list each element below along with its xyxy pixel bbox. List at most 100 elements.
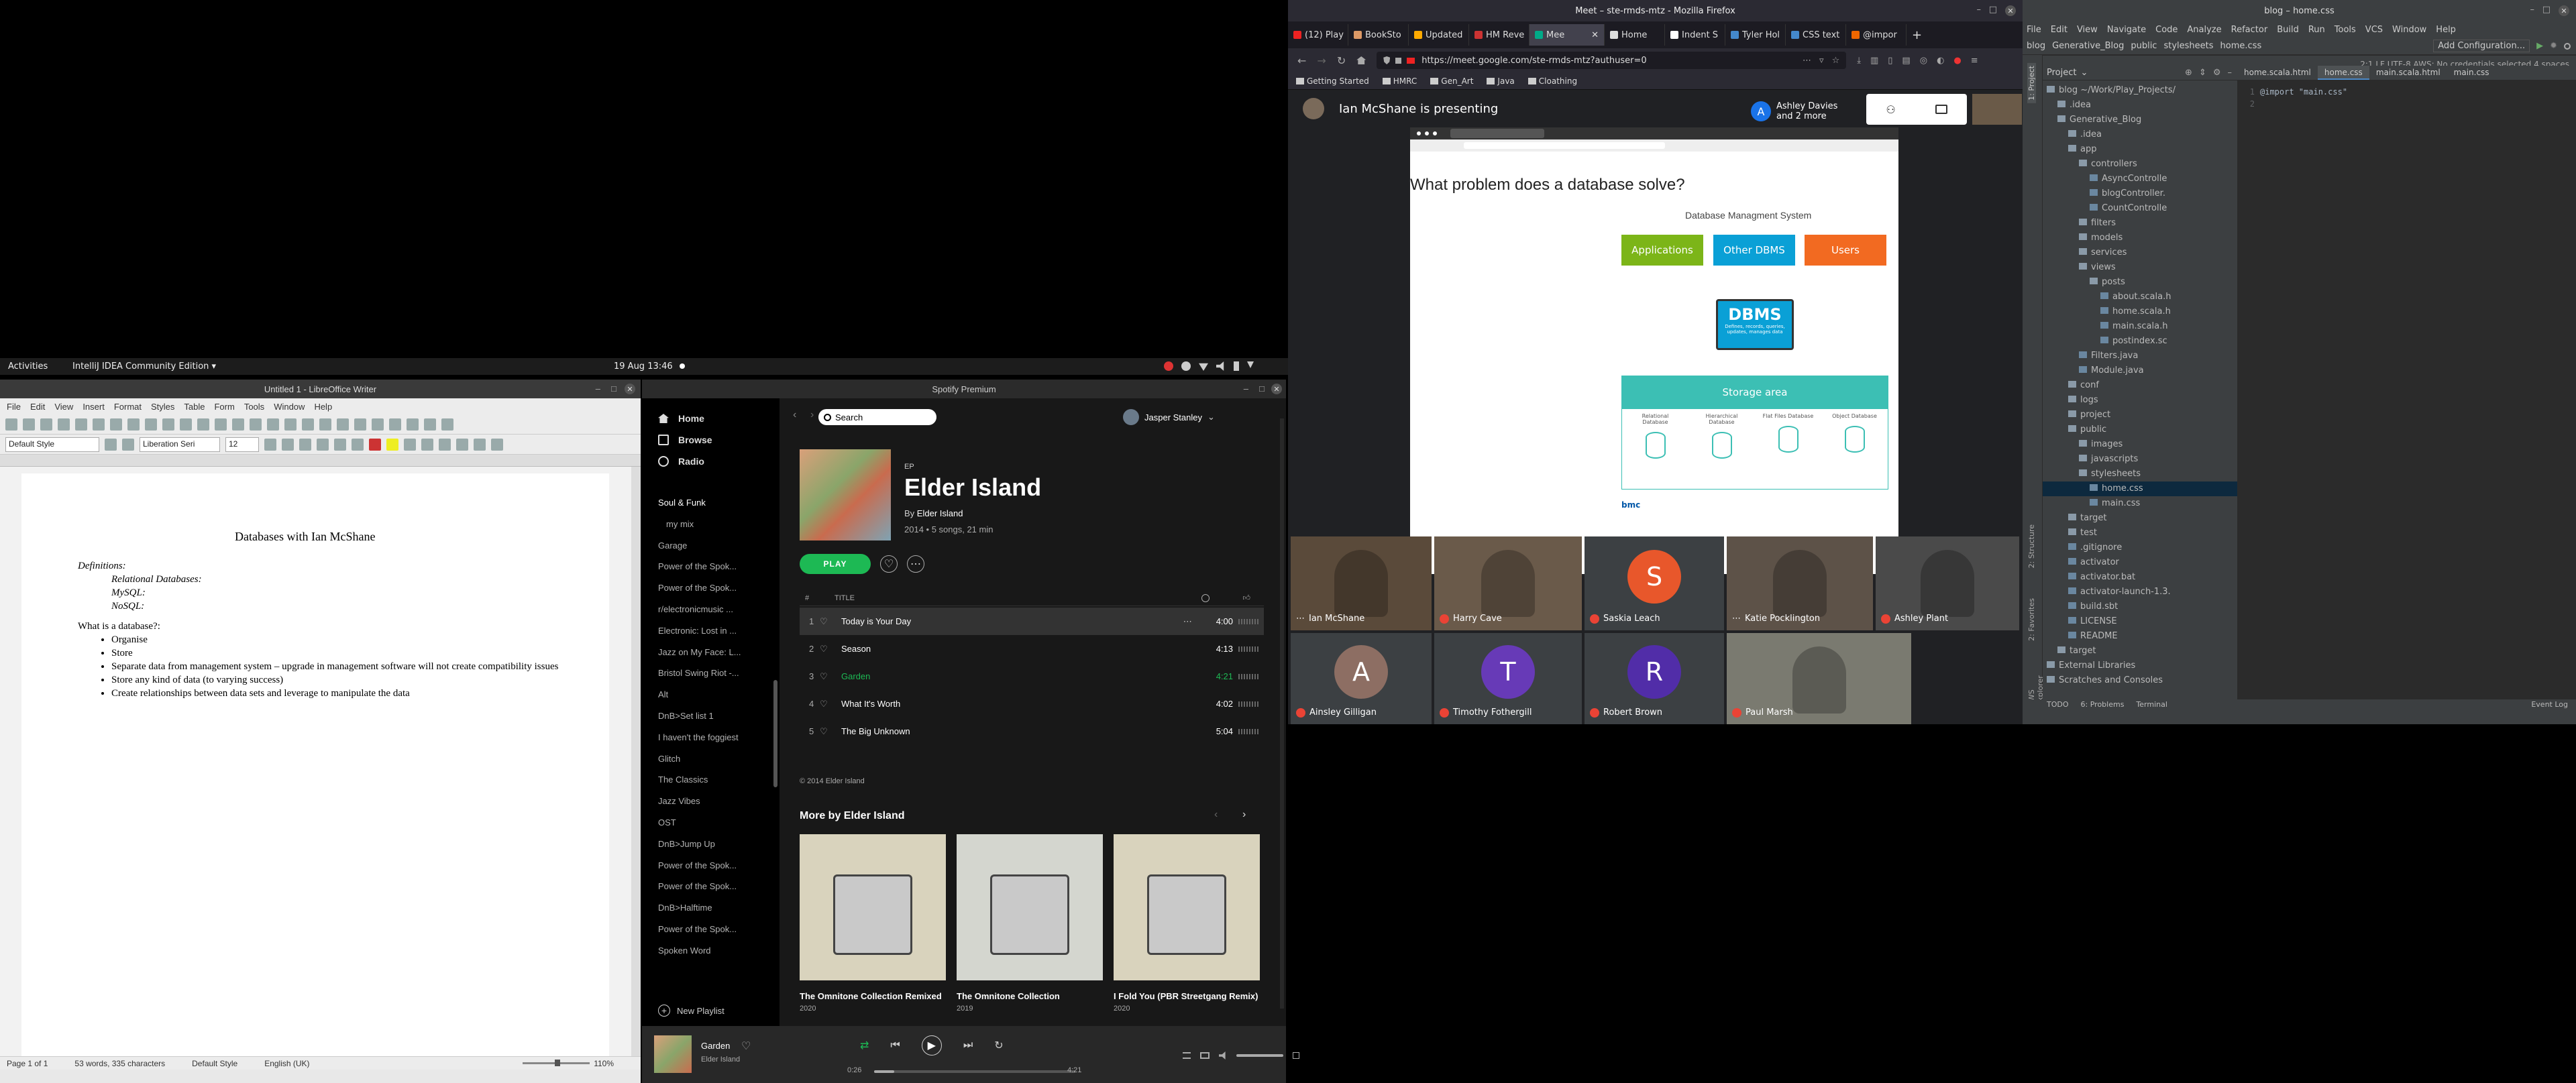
tree-file[interactable]: activator-launch-1.3. (2043, 585, 2237, 600)
participant-tile[interactable]: T Timothy Fothergill (1434, 633, 1582, 724)
browser-tab[interactable]: HM Reve (1469, 24, 1529, 46)
collapse-icon[interactable]: ⇕ (2199, 68, 2206, 78)
minimize-button[interactable]: – (2530, 5, 2535, 15)
editor-tab[interactable]: main.scala.html (2369, 66, 2447, 80)
devices-icon[interactable] (1200, 1052, 1210, 1059)
back-arrow-icon[interactable]: ‹ (793, 409, 796, 421)
participant-tile[interactable]: A Ainsley Gilligan (1291, 633, 1432, 724)
participant-tile[interactable]: Paul Marsh (1727, 633, 1911, 724)
playlist-item[interactable]: Jazz Vibes (642, 791, 780, 812)
document-page[interactable]: Databases with Ian McShane Definitions: … (21, 473, 609, 1056)
carousel-next-icon[interactable]: › (1242, 809, 1246, 821)
close-button[interactable]: ✕ (625, 384, 635, 394)
new-playlist-button[interactable]: + New Playlist (658, 1005, 724, 1017)
playlist-item[interactable]: Power of the Spok... (642, 577, 780, 599)
numbered-list-icon[interactable] (491, 438, 503, 451)
menu-analyze[interactable]: Analyze (2187, 25, 2221, 35)
maximize-button[interactable]: □ (611, 384, 616, 394)
activities-button[interactable]: Activities (8, 361, 48, 372)
participant-tile[interactable]: S Saskia Leach (1585, 536, 1724, 630)
track-heart-icon[interactable]: ♡ (820, 671, 841, 682)
menu-styles[interactable]: Styles (151, 402, 174, 412)
downloads-icon[interactable]: ⤓ (1857, 56, 1861, 66)
track-row[interactable]: 5 ♡ The Big Unknown 5:04 (800, 718, 1264, 745)
menu-refactor[interactable]: Refactor (2231, 25, 2268, 35)
tree-file[interactable]: blogController. (2043, 186, 2237, 201)
tree-file[interactable]: main.scala.h (2043, 319, 2237, 334)
tree-folder[interactable]: Scratches and Consoles (2043, 673, 2237, 688)
comment-icon[interactable] (407, 418, 419, 431)
search-box[interactable]: Search (818, 409, 936, 425)
align-right-icon[interactable] (439, 438, 451, 451)
playlist-item[interactable]: DnB>Set list 1 (642, 705, 780, 727)
editor-tab[interactable]: main.css (2447, 66, 2496, 80)
run-config-select[interactable]: Add Configuration... (2433, 40, 2530, 52)
copy-icon[interactable] (127, 418, 140, 431)
firefox-titlebar[interactable]: Meet – ste-rmds-mtz - Mozilla Firefox – … (1288, 0, 2023, 21)
browser-tab[interactable]: Home (1605, 24, 1665, 46)
playlist-item[interactable]: The Classics (642, 769, 780, 791)
tree-folder[interactable]: project (2043, 408, 2237, 422)
update-style-icon[interactable] (105, 438, 117, 451)
tab-close-icon[interactable]: ✕ (1591, 30, 1599, 40)
strikethrough-icon[interactable] (317, 438, 329, 451)
cut-icon[interactable] (110, 418, 122, 431)
help-icon[interactable] (1181, 361, 1191, 371)
font-color-icon[interactable] (369, 438, 381, 451)
playlist-item[interactable]: OST (642, 812, 780, 834)
bottom-tab[interactable]: TODO (2047, 700, 2069, 709)
bookmark-item[interactable]: HMRC (1382, 76, 1417, 86)
underline-icon[interactable] (299, 438, 311, 451)
align-center-icon[interactable] (421, 438, 433, 451)
extension-icon[interactable]: ● (1953, 56, 1961, 66)
tree-folder[interactable]: images (2043, 437, 2237, 452)
browser-tab[interactable]: CSS text (1786, 24, 1846, 46)
menu-tools[interactable]: Tools (244, 402, 264, 412)
print-preview-icon[interactable] (93, 418, 105, 431)
home-icon[interactable] (1356, 56, 1366, 64)
track-heart-icon[interactable]: ♡ (820, 644, 841, 654)
tree-file[interactable]: CountControlle (2043, 201, 2237, 216)
chevron-down-icon[interactable]: ⌄ (2080, 68, 2088, 78)
reload-icon[interactable]: ↻ (1337, 54, 1346, 67)
tree-folder[interactable]: conf (2043, 378, 2237, 393)
bottom-tab[interactable]: Terminal (2136, 700, 2167, 709)
network-icon[interactable] (1199, 363, 1208, 371)
editor-tab[interactable]: home.css (2317, 66, 2369, 80)
main-scrollbar[interactable] (1280, 418, 1284, 1009)
self-view[interactable] (1972, 94, 2022, 125)
maximize-button[interactable]: □ (2542, 5, 2551, 15)
more-options-icon[interactable]: ⋯ (907, 555, 924, 573)
menu-file[interactable]: File (2027, 25, 2041, 35)
minimize-button[interactable]: – (596, 384, 600, 394)
tree-file[interactable]: about.scala.h (2043, 290, 2237, 304)
bookmark-item[interactable]: Getting Started (1296, 76, 1369, 86)
browser-tab[interactable]: Tyler Hol (1725, 24, 1786, 46)
track-row[interactable]: 1 ♡ Today is Your Day ⋯ 4:00 (800, 608, 1264, 635)
tree-file[interactable]: home.css (2043, 481, 2237, 496)
playlist-item[interactable]: Soul & Funk (642, 492, 780, 514)
breadcrumb-item[interactable]: blog (2027, 41, 2045, 51)
tree-file[interactable]: .gitignore (2043, 540, 2237, 555)
tree-file[interactable]: Filters.java (2043, 349, 2237, 363)
hide-icon[interactable]: – (2228, 68, 2233, 78)
participant-tile[interactable]: Ashley Plant (1876, 536, 2019, 630)
playlist-item[interactable]: Power of the Spok... (642, 556, 780, 577)
search-everywhere-icon[interactable] (2564, 42, 2571, 50)
menu-help[interactable]: Help (314, 402, 332, 412)
fullscreen-icon[interactable] (1293, 1052, 1299, 1059)
track-heart-icon[interactable]: ♡ (820, 726, 841, 737)
tree-file[interactable]: home.scala.h (2043, 304, 2237, 319)
writer-titlebar[interactable]: Untitled 1 - LibreOffice Writer – □ ✕ (0, 380, 641, 398)
playlist-item[interactable]: Spoken Word (642, 940, 780, 962)
align-left-icon[interactable] (404, 438, 416, 451)
bookmark-star-icon[interactable]: ☆ (1832, 56, 1840, 66)
spelling-icon[interactable] (232, 418, 244, 431)
extension-icon[interactable]: ◐ (1937, 56, 1944, 66)
font-size-select[interactable]: 12 (225, 437, 259, 452)
playlist-item[interactable]: Electronic: Lost in ... (642, 620, 780, 642)
tree-folder[interactable]: test (2043, 526, 2237, 540)
spotify-titlebar[interactable]: Spotify Premium – □ ✕ (642, 380, 1286, 398)
debug-icon[interactable]: ✹ (2550, 41, 2557, 51)
browser-tab[interactable]: Mee ✕ (1529, 24, 1605, 46)
